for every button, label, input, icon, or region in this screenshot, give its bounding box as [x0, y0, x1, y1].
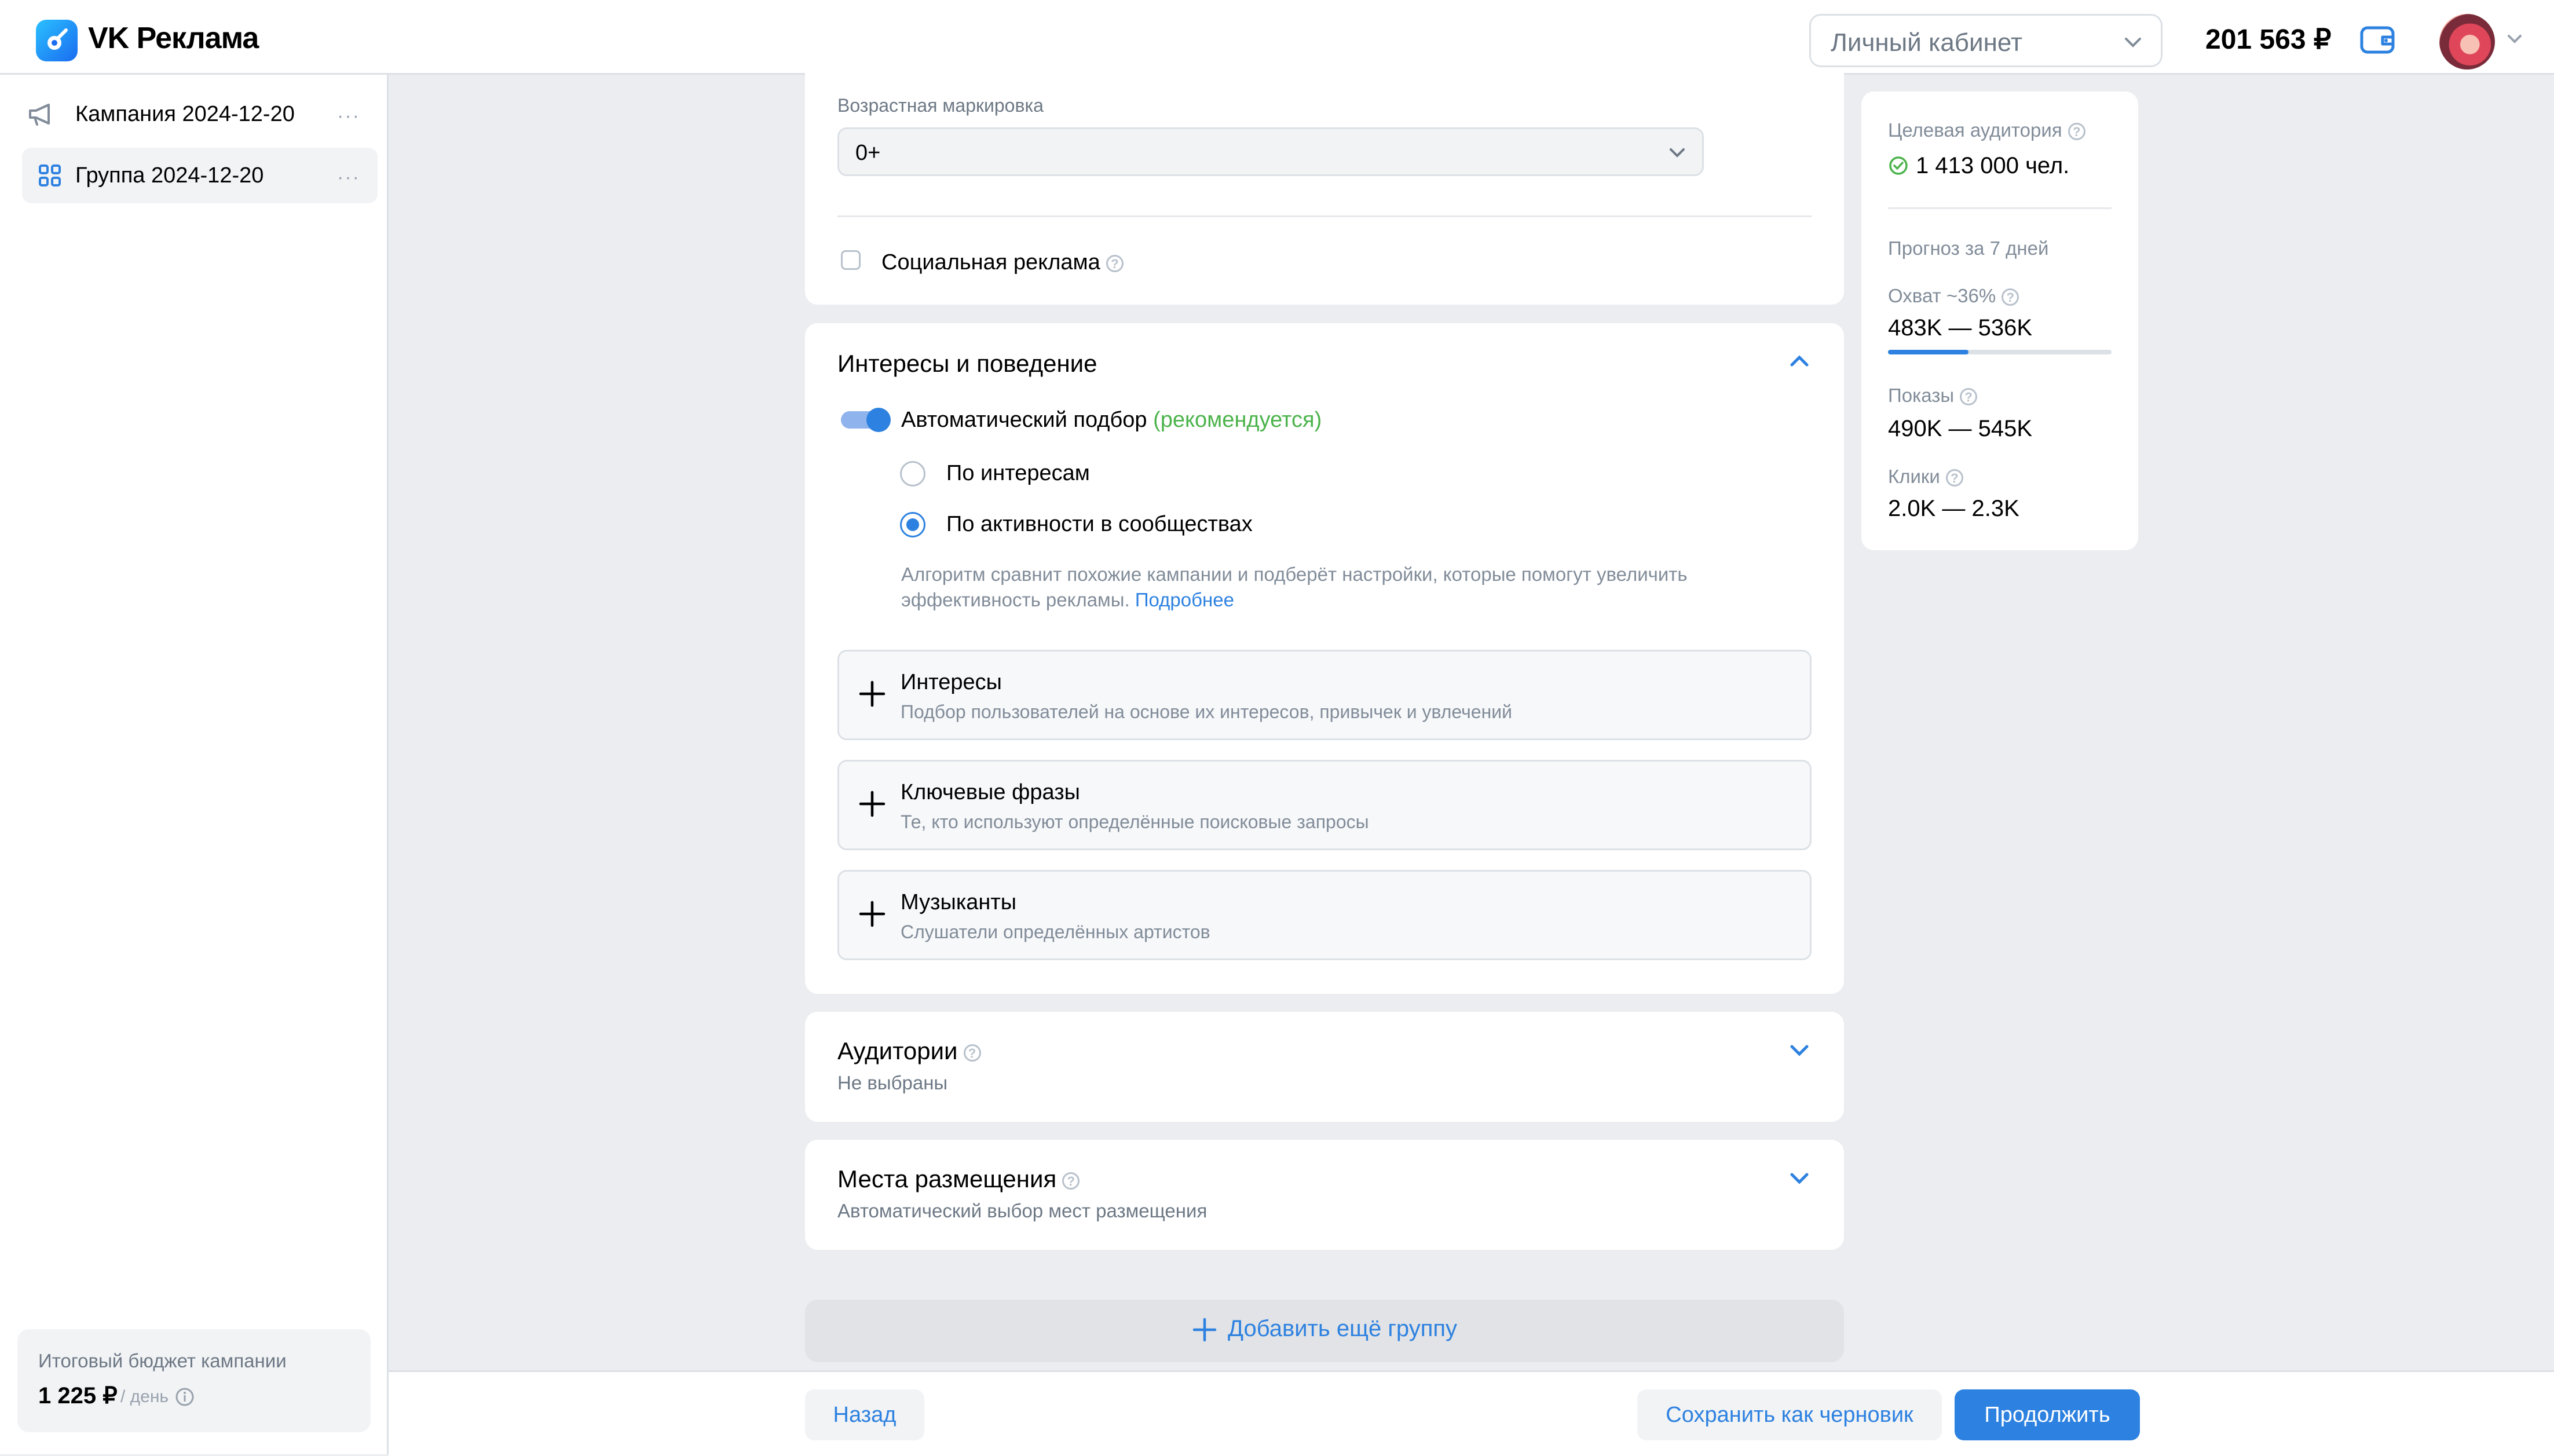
- save-draft-button[interactable]: Сохранить как черновик: [1637, 1389, 1942, 1440]
- audiences-card[interactable]: Аудитории? Не выбраны: [805, 1012, 1844, 1122]
- check-circle-icon: [1889, 156, 1908, 175]
- budget-unit: / день: [120, 1387, 169, 1406]
- section-title: Места размещения?: [837, 1165, 1080, 1193]
- account-selector-label: Личный кабинет: [1831, 28, 2023, 57]
- impressions-value: 490K — 545K: [1888, 416, 2033, 441]
- reach-value: 483K — 536K: [1888, 315, 2033, 341]
- add-group-label: Добавить ещё группу: [1227, 1316, 1458, 1341]
- section-title: Аудитории?: [837, 1037, 981, 1065]
- footer-bar: Назад Сохранить как черновик Продолжить: [389, 1370, 2554, 1456]
- chevron-down-icon[interactable]: [2505, 32, 2524, 46]
- forecast-period-label: Прогноз за 7 дней: [1888, 237, 2049, 259]
- sidebar: Кампания 2024-12-20 ··· Группа 2024-12-2…: [0, 75, 389, 1454]
- radio-label: По интересам: [946, 461, 1090, 485]
- chevron-down-icon[interactable]: [1787, 1041, 1812, 1059]
- add-interests-button[interactable]: Интересы Подбор пользователей на основе …: [837, 650, 1812, 740]
- help-icon[interactable]: ?: [2068, 123, 2085, 141]
- radio-by-interests[interactable]: [900, 461, 925, 486]
- continue-button[interactable]: Продолжить: [1955, 1389, 2140, 1440]
- section-subtitle: Автоматический выбор мест размещения: [837, 1200, 1208, 1221]
- radio-label: По активности в сообществах: [946, 512, 1253, 536]
- help-icon[interactable]: ?: [963, 1044, 981, 1062]
- account-selector[interactable]: Личный кабинет: [1809, 14, 2163, 67]
- impressions-label: Показы?: [1888, 385, 1978, 407]
- plus-icon: [859, 791, 886, 817]
- section-subtitle: Не выбраны: [837, 1072, 948, 1093]
- social-ad-checkbox[interactable]: [841, 250, 861, 270]
- social-ad-label: Социальная реклама?: [881, 250, 1124, 275]
- auto-select-toggle[interactable]: [841, 408, 891, 432]
- app-title[interactable]: VK Реклама: [88, 21, 259, 56]
- recommended-badge: (рекомендуется): [1153, 408, 1322, 432]
- sidebar-item-campaign[interactable]: Кампания 2024-12-20 ···: [22, 86, 378, 142]
- help-icon[interactable]: ?: [2002, 288, 2019, 306]
- info-icon[interactable]: [175, 1387, 195, 1407]
- section-title[interactable]: Интересы и поведение: [837, 350, 1097, 378]
- add-box-title: Музыканты: [901, 890, 1017, 914]
- sidebar-item-label: Группа 2024-12-20: [75, 163, 264, 188]
- user-avatar[interactable]: [2439, 14, 2495, 69]
- add-box-title: Интересы: [901, 670, 1002, 694]
- campaign-budget-summary: Итоговый бюджет кампании 1 225 ₽ / день: [17, 1329, 371, 1432]
- plus-icon: [859, 681, 886, 707]
- help-icon[interactable]: ?: [1106, 254, 1124, 272]
- chevron-up-icon[interactable]: [1787, 352, 1812, 371]
- algorithm-hint: Алгоритм сравнит похожие кампании и подб…: [901, 564, 1688, 610]
- reach-progress-bar: [1888, 350, 2112, 354]
- age-marking-label: Возрастная маркировка: [837, 95, 1044, 116]
- add-box-subtitle: Слушатели определённых артистов: [901, 921, 1210, 942]
- vk-ads-logo-icon[interactable]: [36, 20, 78, 61]
- reach-label: Охват ~36%?: [1888, 285, 2019, 307]
- add-keywords-button[interactable]: Ключевые фразы Те, кто используют опреде…: [837, 760, 1812, 850]
- age-marking-select[interactable]: 0+: [837, 127, 1704, 176]
- add-box-title: Ключевые фразы: [901, 780, 1080, 804]
- divider: [1888, 207, 2112, 209]
- radio-by-community-activity[interactable]: [900, 512, 925, 537]
- help-icon[interactable]: ?: [1945, 469, 1963, 487]
- help-icon[interactable]: ?: [1960, 388, 1978, 406]
- wallet-icon[interactable]: [2359, 23, 2396, 58]
- add-box-subtitle: Подбор пользователей на основе их интере…: [901, 701, 1513, 722]
- top-bar: VK Реклама Личный кабинет 201 563 ₽: [0, 0, 2554, 75]
- chevron-down-icon: [1670, 148, 1685, 158]
- more-options-icon[interactable]: ···: [337, 105, 360, 127]
- megaphone-icon: [29, 104, 50, 126]
- sidebar-item-label: Кампания 2024-12-20: [75, 102, 295, 126]
- target-audience-label: Целевая аудитория?: [1888, 119, 2085, 141]
- grid-icon: [39, 164, 61, 186]
- more-options-icon[interactable]: ···: [337, 166, 360, 189]
- back-button[interactable]: Назад: [805, 1389, 924, 1440]
- budget-value: 1 225 ₽: [38, 1383, 118, 1409]
- plus-icon: [1192, 1318, 1217, 1342]
- auto-select-label: Автоматический подбор (рекомендуется): [901, 408, 1322, 432]
- age-marking-card: Возрастная маркировка 0+ Социальная рекл…: [805, 73, 1844, 305]
- add-musicians-button[interactable]: Музыканты Слушатели определённых артисто…: [837, 870, 1812, 960]
- budget-title: Итоговый бюджет кампании: [38, 1350, 287, 1371]
- add-box-subtitle: Те, кто используют определённые поисковы…: [901, 811, 1369, 832]
- sidebar-item-group[interactable]: Группа 2024-12-20 ···: [22, 148, 378, 203]
- forecast-card: Целевая аудитория? 1 413 000 чел. Прогно…: [1861, 92, 2138, 550]
- account-balance: 201 563 ₽: [2205, 24, 2332, 55]
- chevron-down-icon[interactable]: [1787, 1169, 1812, 1187]
- divider: [837, 215, 1812, 217]
- clicks-value: 2.0K — 2.3K: [1888, 496, 2019, 521]
- placements-card[interactable]: Места размещения? Автоматический выбор м…: [805, 1140, 1844, 1250]
- plus-icon: [859, 901, 886, 927]
- learn-more-link[interactable]: Подробнее: [1135, 589, 1234, 610]
- chevron-down-icon: [2125, 38, 2141, 47]
- help-icon[interactable]: ?: [1062, 1172, 1080, 1190]
- interests-card: Интересы и поведение Автоматический подб…: [805, 323, 1844, 994]
- clicks-label: Клики?: [1888, 466, 1963, 488]
- add-group-button[interactable]: Добавить ещё группу: [805, 1300, 1844, 1362]
- age-marking-value: 0+: [855, 141, 881, 165]
- target-audience-value: 1 413 000 чел.: [1916, 153, 2070, 178]
